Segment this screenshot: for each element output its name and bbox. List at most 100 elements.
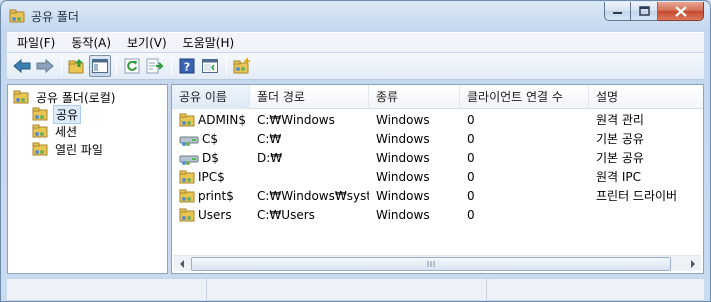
- table-row[interactable]: IPC$ Windows 0 원격 IPC: [172, 167, 703, 186]
- show-hide-console-tree-button[interactable]: [89, 55, 111, 77]
- folder-path-cell: C:₩: [257, 131, 282, 146]
- window-title: 공유 폴더: [31, 10, 79, 24]
- drive-share-icon: [174, 151, 202, 165]
- caption-buttons: [604, 2, 704, 21]
- type-cell: Windows: [376, 112, 430, 127]
- shares-list-view: 공유 이름 폴더 경로 종류 클라이언트 연결 수 설명 ADMIN$ C:₩Wi…: [171, 84, 704, 274]
- share-name-label: C$: [202, 131, 219, 146]
- shares-rows: ADMIN$ C:₩ Windows Windows 0 원격 관리 C$ C:₩ Window…: [172, 110, 703, 224]
- menu-help[interactable]: 도움말(H): [177, 33, 241, 53]
- menu-action[interactable]: 동작(A): [65, 33, 117, 53]
- new-share-button[interactable]: [231, 55, 253, 77]
- connections-cell: 0: [467, 188, 475, 203]
- tree-item-shares[interactable]: 공유: [32, 104, 82, 124]
- mmc-window: 공유 폴더 파일(F) 동작(A) 보기(V) 도움말(H) ? 공유 폴더(로…: [0, 0, 711, 302]
- share-name-cell: ADMIN$: [172, 112, 250, 128]
- connections-cell: 0: [467, 169, 475, 184]
- tree-item-root[interactable]: 공유 폴더(로컬): [13, 88, 117, 106]
- up-folder-icon: [68, 59, 84, 74]
- tree-root-label: 공유 폴더(로컬): [36, 90, 116, 105]
- shares-folder-icon: [32, 107, 48, 121]
- type-cell: Windows: [376, 169, 430, 184]
- help-icon: ?: [179, 58, 195, 74]
- scroll-right-icon: [691, 260, 695, 268]
- type-cell: Windows: [376, 131, 430, 146]
- toolbar-separator: [171, 57, 172, 75]
- tree-item-label: 세션: [55, 124, 78, 139]
- drive-share-icon: [174, 132, 202, 146]
- minimize-icon: [612, 12, 622, 14]
- forward-button[interactable]: [34, 55, 56, 77]
- folder-path-cell: D:₩: [257, 150, 283, 165]
- description-cell: 프린터 드라이버: [596, 189, 678, 203]
- grip-icon: [427, 261, 435, 267]
- share-name-label: ADMIN$: [198, 112, 246, 127]
- show-hide-console-tree-icon: [92, 59, 108, 73]
- close-icon: [674, 5, 687, 17]
- title-bar[interactable]: 공유 폴더: [1, 1, 710, 31]
- type-cell: Windows: [376, 207, 430, 222]
- close-button[interactable]: [658, 2, 704, 21]
- status-pane: [207, 279, 487, 300]
- toolbar-separator: [116, 57, 117, 75]
- back-arrow-icon: [13, 59, 31, 73]
- connections-cell: 0: [467, 207, 475, 222]
- sessions-folder-icon: [32, 124, 48, 138]
- open-files-folder-icon: [32, 142, 48, 156]
- shared-folders-icon: [13, 90, 29, 104]
- share-name-cell: C$: [172, 132, 250, 146]
- share-name-label: IPC$: [198, 169, 225, 184]
- folder-path-cell: C:₩Windows₩syst...: [257, 188, 369, 203]
- menu-view[interactable]: 보기(V): [121, 33, 173, 53]
- back-button[interactable]: [11, 55, 33, 77]
- scroll-right-button[interactable]: [685, 256, 701, 272]
- show-action-pane-button[interactable]: [199, 55, 221, 77]
- help-button[interactable]: ?: [176, 55, 198, 77]
- scroll-left-button[interactable]: [174, 256, 190, 272]
- shared-folders-app-icon: [9, 8, 25, 24]
- tree-item-open-files[interactable]: 열린 파일: [32, 140, 105, 158]
- column-header-client-connections[interactable]: 클라이언트 연결 수: [460, 85, 589, 109]
- share-name-cell: D$: [172, 151, 250, 165]
- maximize-button[interactable]: [631, 2, 658, 21]
- menu-bar: 파일(F) 동작(A) 보기(V) 도움말(H): [7, 32, 704, 52]
- tree-item-sessions[interactable]: 세션: [32, 122, 79, 140]
- description-cell: 원격 관리: [596, 113, 644, 127]
- column-headers: 공유 이름 폴더 경로 종류 클라이언트 연결 수 설명: [172, 85, 703, 109]
- status-pane: [487, 279, 704, 300]
- export-list-icon: [146, 58, 164, 74]
- refresh-icon: [124, 58, 140, 74]
- column-header-description[interactable]: 설명: [589, 85, 703, 109]
- scrollbar-thumb[interactable]: [191, 257, 671, 271]
- minimize-button[interactable]: [604, 2, 631, 21]
- toolbar-separator: [226, 57, 227, 75]
- column-header-share-name[interactable]: 공유 이름: [172, 85, 250, 109]
- tree-item-label: 공유: [53, 104, 82, 124]
- description-cell: 원격 IPC: [596, 170, 642, 184]
- svg-text:?: ?: [184, 61, 190, 74]
- table-row[interactable]: print$ C:₩Windows₩syst... Windows 0 프린터 드라이버: [172, 186, 703, 205]
- scroll-left-icon: [180, 260, 184, 268]
- toolbar: ?: [7, 53, 704, 80]
- table-row[interactable]: D$ D:₩ Windows 0 기본 공유: [172, 148, 703, 167]
- folder-share-icon: [174, 207, 198, 223]
- menu-file[interactable]: 파일(F): [11, 33, 61, 53]
- console-tree: 공유 폴더(로컬) 공유 세션 열린 파일: [7, 84, 168, 274]
- table-row[interactable]: C$ C:₩ Windows 0 기본 공유: [172, 129, 703, 148]
- tree-item-label: 열린 파일: [55, 142, 103, 157]
- column-header-folder-path[interactable]: 폴더 경로: [250, 85, 369, 109]
- table-row[interactable]: Users C:₩Users Windows 0: [172, 205, 703, 224]
- maximize-icon: [638, 6, 650, 16]
- share-name-cell: Users: [172, 207, 250, 223]
- description-cell: 기본 공유: [596, 151, 644, 165]
- export-list-button[interactable]: [144, 55, 166, 77]
- horizontal-scrollbar[interactable]: [174, 255, 701, 271]
- table-row[interactable]: ADMIN$ C:₩Windows Windows 0 원격 관리: [172, 110, 703, 129]
- status-bar: [7, 278, 704, 300]
- column-header-type[interactable]: 종류: [369, 85, 460, 109]
- up-one-level-button[interactable]: [66, 55, 88, 77]
- connections-cell: 0: [467, 112, 475, 127]
- hidden-share-icon: [174, 112, 198, 128]
- share-name-cell: IPC$: [172, 169, 250, 185]
- refresh-button[interactable]: [121, 55, 143, 77]
